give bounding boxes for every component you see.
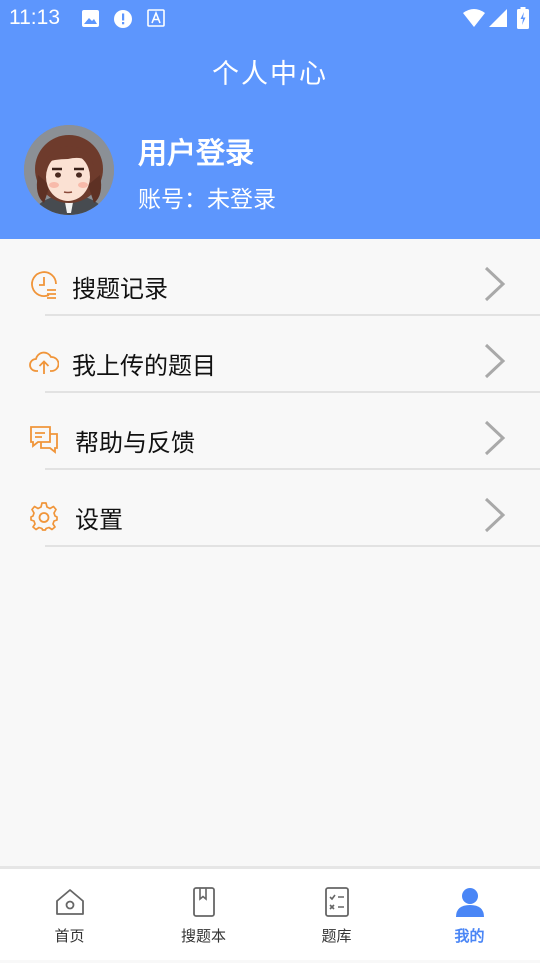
tab-label: 我的 <box>454 927 485 945</box>
menu-label: 设置 <box>75 506 123 534</box>
battery-icon <box>517 7 529 29</box>
tab-mine[interactable]: 我的 <box>402 869 537 963</box>
status-time: 11:13 <box>9 6 60 29</box>
home-icon <box>55 889 84 915</box>
chat-bubbles-icon <box>30 426 58 454</box>
menu-item-settings[interactable]: 设置 <box>0 470 540 547</box>
cloud-upload-icon <box>29 351 59 374</box>
clock-list-icon <box>31 271 57 299</box>
chevron-right-icon <box>484 266 506 302</box>
tab-label: 搜题本 <box>180 927 226 945</box>
chevron-right-icon <box>484 420 506 456</box>
menu-item-help-feedback[interactable]: 帮助与反馈 <box>0 393 540 470</box>
divider <box>45 545 540 547</box>
chevron-right-icon <box>484 343 506 379</box>
login-link[interactable]: 用户登录 <box>138 130 254 172</box>
checklist-icon <box>324 887 349 917</box>
signal-icon <box>489 9 507 27</box>
tab-label: 首页 <box>54 927 85 945</box>
notebook-icon <box>192 887 215 917</box>
person-icon <box>455 888 484 917</box>
text-notification-icon <box>147 9 165 27</box>
menu-item-my-uploads[interactable]: 我上传的题目 <box>0 316 540 393</box>
wifi-icon <box>463 9 485 27</box>
bottom-tab-bar: 首页 搜题本 题库 我的 <box>0 866 540 960</box>
tab-question-bank[interactable]: 题库 <box>269 869 404 963</box>
page-title: 个人中心 <box>212 59 328 90</box>
tab-home[interactable]: 首页 <box>2 869 137 963</box>
menu-label: 搜题记录 <box>72 275 168 303</box>
account-status: 账号：未登录 <box>138 187 276 213</box>
alert-icon <box>114 10 132 28</box>
chevron-right-icon <box>484 497 506 533</box>
profile-header: 11:13 个人中心 用户登录 账号：未登录 <box>0 0 540 239</box>
profile-menu: 搜题记录 我上传的题目 帮助与反馈 设置 <box>0 239 540 547</box>
tab-notebook[interactable]: 搜题本 <box>136 869 271 963</box>
image-notification-icon <box>82 10 99 27</box>
menu-label: 帮助与反馈 <box>75 429 195 457</box>
menu-item-search-history[interactable]: 搜题记录 <box>0 239 540 316</box>
status-bar: 11:13 <box>0 0 540 36</box>
avatar-illustration-icon <box>24 125 114 215</box>
gear-icon <box>30 502 58 531</box>
menu-label: 我上传的题目 <box>72 352 216 380</box>
tab-label: 题库 <box>321 927 352 945</box>
avatar[interactable] <box>24 125 114 215</box>
